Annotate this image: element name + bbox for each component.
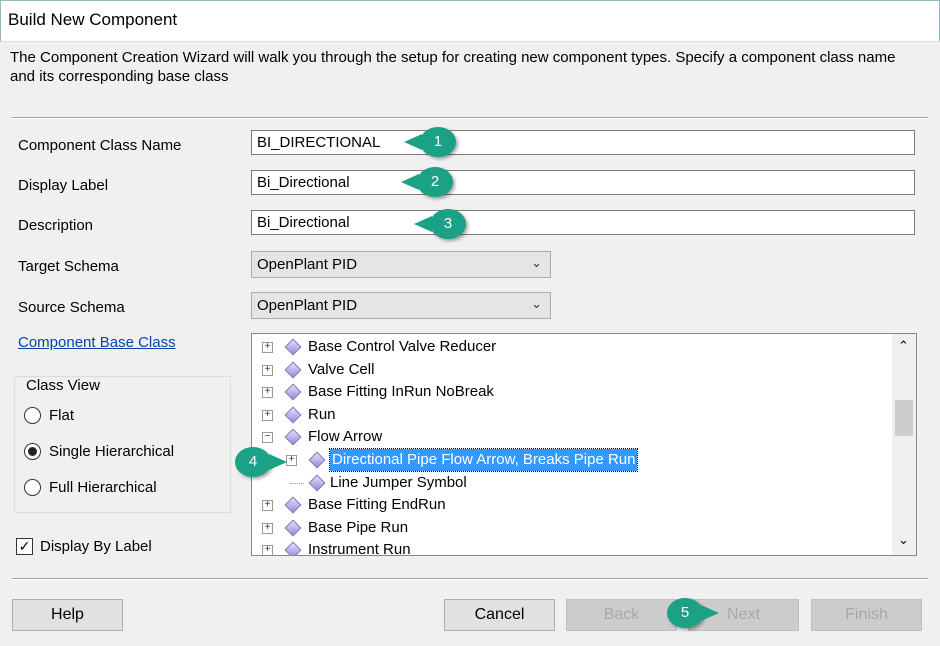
- target-schema-label: Target Schema: [18, 258, 119, 275]
- source-schema-select[interactable]: OpenPlant PID ⌄: [251, 292, 551, 319]
- class-view-title: Class View: [26, 377, 100, 394]
- callout-3: 3: [414, 209, 466, 239]
- expand-icon[interactable]: +: [286, 455, 297, 466]
- cancel-button[interactable]: Cancel: [444, 599, 555, 631]
- wizard-description: The Component Creation Wizard will walk …: [10, 49, 896, 85]
- radio-label: Full Hierarchical: [49, 479, 157, 496]
- target-schema-value: OpenPlant PID: [257, 256, 358, 273]
- divider: [12, 117, 928, 119]
- tree-node-label: Flow Arrow: [308, 428, 383, 446]
- class-icon: [284, 541, 302, 555]
- radio-label: Single Hierarchical: [49, 443, 175, 460]
- class-icon: [284, 428, 302, 446]
- back-button[interactable]: Back: [566, 599, 677, 631]
- tree-node-label: Line Jumper Symbol: [330, 473, 467, 491]
- callout-4: 4: [235, 447, 287, 477]
- tree-node-label: Base Pipe Run: [308, 518, 409, 536]
- expand-icon[interactable]: +: [262, 342, 273, 353]
- tree-node-label: Valve Cell: [308, 360, 375, 378]
- divider: [12, 578, 928, 580]
- expand-icon[interactable]: +: [262, 545, 273, 555]
- display-by-label-text: Display By Label: [40, 538, 152, 555]
- class-icon: [284, 361, 302, 379]
- finish-button[interactable]: Finish: [811, 599, 922, 631]
- callout-2: 2: [401, 167, 453, 197]
- tree-node-label: Base Control Valve Reducer: [308, 338, 497, 355]
- target-schema-select[interactable]: OpenPlant PID ⌄: [251, 251, 551, 278]
- help-button[interactable]: Help: [12, 599, 123, 631]
- tree-scrollbar[interactable]: ⌃ ⌄: [892, 334, 916, 555]
- chevron-down-icon: ⌄: [531, 255, 542, 270]
- component-base-class-link[interactable]: Component Base Class: [18, 334, 176, 351]
- class-icon: [308, 451, 326, 469]
- display-label-label: Display Label: [18, 177, 109, 194]
- expand-icon[interactable]: +: [262, 364, 273, 376]
- description-label: Description: [18, 217, 94, 234]
- display-by-label-checkbox[interactable]: ✓: [16, 538, 33, 555]
- radio-full-hierarchical[interactable]: [24, 479, 41, 496]
- expand-icon[interactable]: +: [262, 500, 273, 512]
- scrollbar-thumb[interactable]: [895, 400, 913, 436]
- scroll-down-icon[interactable]: ⌄: [898, 532, 909, 548]
- callout-5: 5: [667, 598, 719, 628]
- class-icon: [284, 519, 302, 537]
- expand-icon[interactable]: +: [262, 387, 273, 399]
- expand-icon[interactable]: +: [262, 409, 273, 421]
- radio-label: Flat: [49, 407, 75, 424]
- source-schema-label: Source Schema: [18, 299, 125, 316]
- dialog-title: Build New Component: [8, 10, 178, 29]
- tree-node-label: Directional Pipe Flow Arrow, Breaks Pipe…: [328, 448, 639, 472]
- class-icon: [284, 496, 302, 514]
- radio-single-hierarchical[interactable]: [24, 443, 41, 460]
- tree-node-label: Run: [308, 405, 336, 423]
- class-icon: [308, 474, 326, 492]
- radio-flat[interactable]: [24, 407, 41, 424]
- base-class-tree[interactable]: + Base Control Valve Reducer + Valve Cell + B…: [251, 333, 917, 556]
- scroll-up-icon[interactable]: ⌃: [898, 338, 909, 354]
- class-name-label: Component Class Name: [18, 137, 182, 154]
- callout-1: 1: [404, 127, 456, 157]
- collapse-icon[interactable]: −: [262, 432, 273, 444]
- description-input[interactable]: Bi_Directional: [251, 210, 915, 235]
- class-icon: [284, 383, 302, 401]
- display-label-input[interactable]: Bi_Directional: [251, 170, 915, 195]
- class-icon: [284, 338, 302, 356]
- chevron-down-icon: ⌄: [531, 296, 542, 311]
- tree-node-label: Base Fitting InRun NoBreak: [308, 383, 494, 401]
- tree-node-label: Instrument Run: [308, 541, 411, 556]
- tree-line: [290, 482, 304, 484]
- tree-node-label: Base Fitting EndRun: [308, 496, 446, 514]
- expand-icon[interactable]: +: [262, 522, 273, 534]
- source-schema-value: OpenPlant PID: [257, 297, 358, 314]
- class-icon: [284, 406, 302, 424]
- class-name-input[interactable]: BI_DIRECTIONAL: [251, 130, 915, 155]
